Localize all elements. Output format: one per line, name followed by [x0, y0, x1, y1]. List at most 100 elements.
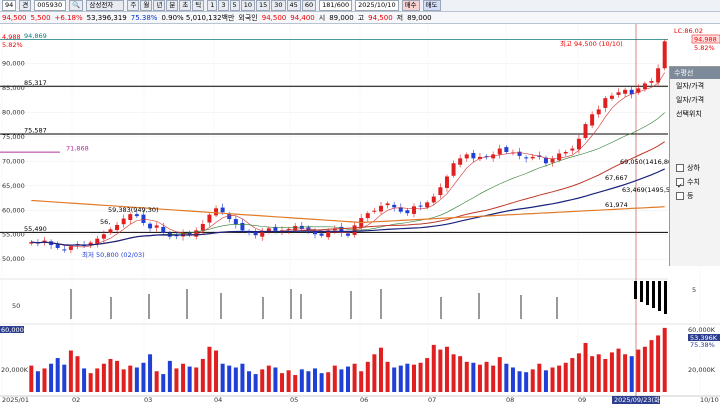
option-label: 등 [687, 192, 694, 200]
sell-button[interactable]: 매도 [422, 0, 441, 11]
stock-code-input[interactable]: 005930 [34, 0, 67, 11]
osc-bar [186, 289, 188, 319]
interval-10[interactable]: 10 [240, 0, 255, 11]
osc-bar [380, 289, 382, 319]
candle-body [68, 246, 73, 250]
tab-tick[interactable]: 틱 [192, 0, 205, 11]
volume-bar [95, 368, 100, 392]
x-tick-label: 02 [72, 396, 80, 404]
data-count[interactable]: 181/600 [319, 0, 353, 11]
volume-bar [464, 361, 469, 392]
y-tick-label: 55,000 [2, 231, 25, 239]
right-price-label: 94,988 [694, 36, 717, 44]
volume-bar [299, 369, 304, 392]
panel-tab-2[interactable]: 일자/가격 [670, 93, 720, 107]
volume-bar [537, 363, 542, 392]
y-tick-label: 85,000 [2, 84, 25, 92]
volume-bar [35, 371, 40, 392]
interval-15[interactable]: 15 [255, 0, 271, 11]
osc-bar [148, 294, 150, 319]
volume-bar [477, 364, 482, 392]
volume-bar [398, 365, 403, 392]
volume-bar [214, 350, 219, 392]
tab-year[interactable]: 년 [153, 0, 166, 11]
checkbox[interactable] [676, 192, 684, 200]
osc-bar [262, 297, 264, 319]
volume-bar [42, 368, 47, 392]
checkbox[interactable] [676, 164, 684, 172]
tab-month[interactable]: 월 [140, 0, 153, 11]
volume-bar [293, 375, 298, 392]
volume-bar [121, 369, 126, 392]
interval-30[interactable]: 30 [271, 0, 286, 11]
volume-bar [319, 373, 324, 392]
candle-body [200, 223, 205, 231]
x-tick-label: 06 [360, 396, 368, 404]
y-tick-label: 50,000 [2, 255, 25, 263]
candle-body [517, 151, 522, 156]
volume-bar [372, 354, 377, 392]
volume-bar [431, 344, 436, 392]
ma-annotation-2: 67,667 [605, 174, 628, 182]
candle-body [497, 148, 502, 155]
candle-body [346, 233, 350, 236]
x-tick-label: 07 [428, 396, 436, 404]
candle-body [299, 225, 304, 229]
volume-bar [313, 368, 318, 392]
osc-bar-dark [652, 281, 655, 308]
volume-bar [378, 347, 383, 392]
panel-title: 수평선 [670, 67, 720, 79]
horizontal-line-label: 85,317 [24, 79, 47, 87]
tab-second[interactable]: 초 [179, 0, 192, 11]
volume-bar [306, 371, 311, 392]
candle-body [662, 41, 667, 69]
x-tick-label: 2025/01 [2, 396, 29, 404]
interval-60[interactable]: 60 [301, 0, 317, 11]
candle-body [425, 202, 430, 208]
candle-body [378, 205, 383, 212]
volume-bar [82, 368, 87, 392]
candle-body [524, 157, 529, 159]
candle-body [154, 225, 159, 228]
volume-bar [576, 353, 581, 392]
horizontal-line-panel[interactable]: 수평선 일자/가격 일자/가격 선택위치 상하 ✓ 수치 등 [669, 66, 720, 266]
stock-chart[interactable]: 90,000 85,000 80,000 75,000 70,000 65,000 60,0… [0, 24, 720, 404]
screen-number[interactable]: 94 [2, 0, 17, 11]
candle-body [557, 153, 562, 161]
buy-button[interactable]: 매수 [401, 0, 420, 11]
option-updown[interactable]: 상하 [670, 161, 720, 175]
tab-minute[interactable]: 분 [166, 0, 179, 11]
interval-5[interactable]: 5 [229, 0, 240, 11]
volume-bar [359, 371, 364, 392]
volume-bar [352, 363, 357, 392]
interval-45[interactable]: 45 [286, 0, 301, 11]
candle-body [596, 109, 601, 115]
y-tick-label: 75,000 [2, 133, 25, 141]
checkbox-checked[interactable]: ✓ [676, 178, 684, 190]
crosshair-date-label: 2025/09/23(화) [614, 396, 663, 404]
low-annotation: 최저 50,800 (02/03) [82, 250, 145, 259]
x-tick-label: 10/10 [700, 396, 719, 404]
interval-1[interactable]: 1 [207, 0, 218, 11]
date-input[interactable]: 2025/10/10 [355, 0, 399, 11]
interval-3[interactable]: 3 [218, 0, 229, 11]
stock-name[interactable]: 삼성전자 [86, 0, 125, 11]
volume-bar [557, 365, 562, 392]
market-type-dropdown[interactable]: 견 [19, 0, 32, 11]
tab-week[interactable]: 주 [127, 0, 140, 11]
volume-bar [194, 367, 199, 392]
search-icon[interactable]: 🔍 [69, 0, 84, 11]
panel-item-select[interactable]: 선택위치 [670, 107, 720, 121]
candle-body [161, 226, 166, 233]
option-etc[interactable]: 등 [670, 189, 720, 203]
volume-bar [115, 360, 120, 392]
osc-bar-dark [646, 281, 649, 305]
osc-bar [110, 297, 112, 319]
volume-bar [609, 352, 614, 392]
panel-tab-1[interactable]: 일자/가격 [670, 79, 720, 93]
ma-annotation-4: 61,974 [605, 201, 628, 209]
candle-body [220, 207, 225, 213]
osc-bar [350, 291, 352, 319]
option-value[interactable]: ✓ 수치 [670, 175, 720, 190]
ma-annotation-1: 69,050(1416,80) [620, 158, 675, 166]
